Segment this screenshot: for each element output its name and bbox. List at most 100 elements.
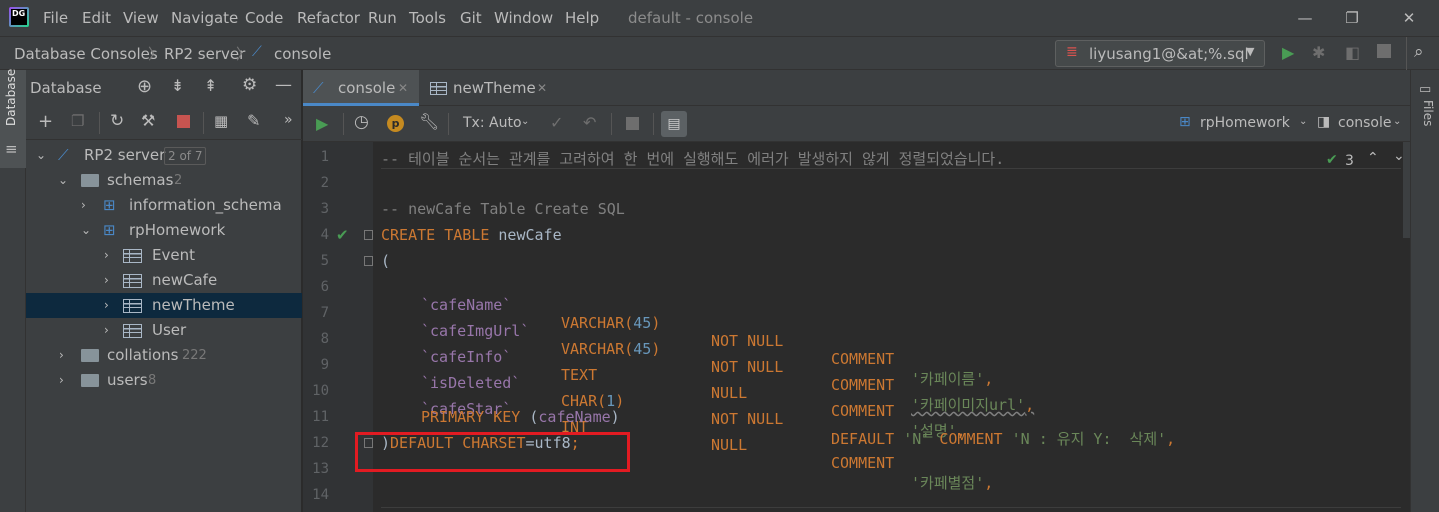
chevron-right-icon: › bbox=[104, 248, 109, 262]
code-line-5[interactable]: ( bbox=[381, 252, 390, 270]
table-editor-icon[interactable]: ▦ bbox=[214, 112, 228, 130]
chevron-right-icon: 〉 bbox=[236, 45, 252, 63]
tree-label: users bbox=[107, 371, 148, 389]
history-icon[interactable]: ◷ bbox=[354, 112, 369, 132]
menu-file[interactable]: File bbox=[43, 9, 68, 27]
console-icon: ⟋ bbox=[313, 79, 324, 97]
scrollbar[interactable] bbox=[1403, 142, 1410, 238]
folder-icon bbox=[81, 174, 99, 187]
cancel-icon bbox=[626, 117, 639, 130]
tree-label: Event bbox=[152, 246, 195, 264]
session-icon: ◨ bbox=[1317, 114, 1331, 130]
output-pane-icon[interactable]: ▤ bbox=[661, 111, 687, 137]
files-tool-label[interactable]: Files bbox=[1421, 100, 1435, 126]
menu-git[interactable]: Git bbox=[460, 9, 482, 27]
crosshair-icon[interactable]: ⊕ bbox=[137, 76, 152, 97]
datasource-icon: ≣ bbox=[1066, 44, 1078, 60]
stop-icon[interactable] bbox=[177, 115, 190, 128]
profile-icon[interactable]: p bbox=[387, 115, 404, 132]
gear-icon[interactable]: ⚙ bbox=[242, 75, 257, 95]
menu-tools[interactable]: Tools bbox=[409, 9, 446, 27]
code-line-11[interactable]: PRIMARY KEY (cafeName) bbox=[421, 408, 620, 426]
menu-view[interactable]: View bbox=[123, 9, 159, 27]
session-selector[interactable]: console bbox=[1338, 115, 1392, 131]
default-clause: DEFAULT 'N' COMMENT 'N : 유지 Y: 삭제', bbox=[831, 430, 1176, 448]
app-logo-icon: DG bbox=[9, 7, 29, 27]
search-icon[interactable]: ⌕ bbox=[1414, 42, 1424, 62]
code-line-3[interactable]: -- newCafe Table Create SQL bbox=[381, 200, 625, 218]
collapse-all-icon[interactable]: ⇟ bbox=[171, 76, 184, 95]
more-icon[interactable]: » bbox=[284, 112, 293, 128]
highlight-box bbox=[355, 432, 630, 472]
menu-edit[interactable]: Edit bbox=[82, 9, 111, 27]
tree-item-information-schema[interactable]: › ⊞ information_schema bbox=[26, 193, 302, 218]
tree-item-newcafe[interactable]: › newCafe bbox=[26, 268, 302, 293]
left-tool-strip: Database ≡ bbox=[0, 69, 26, 512]
code-line-4[interactable]: CREATE TABLE newCafe bbox=[381, 226, 562, 244]
divider bbox=[611, 113, 612, 135]
table-icon bbox=[430, 82, 447, 95]
properties-icon[interactable]: ⚒ bbox=[141, 111, 155, 130]
tree-label: newCafe bbox=[152, 271, 218, 289]
chevron-up-icon[interactable]: ⌃ bbox=[1367, 150, 1379, 166]
chevron-down-icon: ⌄ bbox=[58, 173, 69, 187]
table-icon bbox=[123, 324, 142, 338]
line-number: 3 bbox=[320, 201, 329, 217]
execute-icon[interactable]: ▶ bbox=[316, 114, 328, 133]
tree-item-rp2-server[interactable]: ⌄ ⟋ RP2 server 2 of 7 bbox=[26, 143, 302, 168]
menu-refactor[interactable]: Refactor bbox=[297, 9, 360, 27]
column-name: `isDeleted` bbox=[421, 374, 521, 392]
inspection-ok-icon[interactable]: ✔ bbox=[1326, 152, 1338, 168]
wrench-icon[interactable]: 🔧︎ bbox=[419, 112, 439, 131]
tree-item-rphomework[interactable]: ⌄ ⊞ rpHomework bbox=[26, 218, 302, 243]
add-icon[interactable]: + bbox=[38, 111, 53, 132]
tree-item-schemas[interactable]: ⌄ schemas 2 bbox=[26, 168, 302, 193]
breadcrumb-database-consoles[interactable]: Database Consoles bbox=[14, 45, 158, 63]
tree-item-event[interactable]: › Event bbox=[26, 243, 302, 268]
comment-keyword: COMMENT bbox=[831, 402, 895, 420]
close-window-icon[interactable]: ✕ bbox=[1389, 4, 1429, 32]
datasource-selector[interactable]: ≣ liyusang1@&at;%.sql ▼ bbox=[1055, 40, 1265, 67]
breadcrumb-rp2-server[interactable]: RP2 server bbox=[164, 45, 245, 63]
tab-console[interactable]: ⟋ console ✕ bbox=[303, 70, 419, 106]
line-number: 1 bbox=[320, 149, 329, 165]
constraint: NULL bbox=[711, 384, 748, 402]
chevron-right-icon: › bbox=[59, 348, 64, 362]
minimize-icon[interactable]: — bbox=[1285, 4, 1325, 32]
run-icon[interactable]: ▶ bbox=[1282, 43, 1294, 62]
refresh-icon[interactable]: ↻ bbox=[110, 111, 124, 131]
tree-item-user[interactable]: › User bbox=[26, 318, 302, 343]
tree-label: information_schema bbox=[129, 196, 282, 214]
tree-item-collations[interactable]: › collations 222 bbox=[26, 343, 302, 368]
menu-run[interactable]: Run bbox=[368, 9, 397, 27]
navigation-bar: Database Consoles 〉 RP2 server 〉 ⟋ conso… bbox=[0, 36, 1439, 71]
expand-all-icon[interactable]: ⇞ bbox=[204, 76, 217, 95]
tab-newtheme[interactable]: newTheme ✕ bbox=[421, 70, 551, 106]
statement-separator bbox=[381, 507, 1401, 508]
line-number: 7 bbox=[320, 305, 329, 321]
code-line-1[interactable]: -- 테이블 순서는 관계를 고려하여 한 번에 실행해도 에러가 발생하지 않… bbox=[381, 148, 1004, 169]
restore-icon[interactable]: ❐ bbox=[1332, 4, 1372, 32]
menu-help[interactable]: Help bbox=[565, 9, 599, 27]
table-icon bbox=[123, 274, 142, 288]
column-name: `cafeImgUrl` bbox=[421, 322, 530, 340]
edit-icon[interactable]: ✎ bbox=[247, 111, 260, 130]
count-badge: 2 of 7 bbox=[164, 147, 207, 165]
folder-icon bbox=[81, 349, 99, 362]
menu-navigate[interactable]: Navigate bbox=[171, 9, 238, 27]
close-tab-icon[interactable]: ✕ bbox=[398, 70, 408, 106]
fold-icon[interactable] bbox=[364, 256, 373, 266]
fold-icon[interactable] bbox=[364, 230, 373, 240]
hide-panel-icon[interactable]: — bbox=[275, 75, 292, 95]
schema-selector[interactable]: rpHomework bbox=[1200, 115, 1290, 131]
menu-window[interactable]: Window bbox=[494, 9, 553, 27]
tree-item-newtheme[interactable]: › newTheme bbox=[26, 293, 302, 318]
editor-tabs: ⟋ console ✕ newTheme ✕ bbox=[303, 70, 1410, 106]
close-tab-icon[interactable]: ✕ bbox=[537, 70, 547, 106]
chevron-down-icon: ⌄ bbox=[81, 223, 92, 237]
menu-code[interactable]: Code bbox=[245, 9, 283, 27]
tx-mode-dropdown[interactable]: Tx: Auto bbox=[463, 115, 522, 131]
database-tool-label: Database bbox=[4, 69, 18, 126]
tree-item-users[interactable]: › users 8 bbox=[26, 368, 302, 393]
breadcrumb-console[interactable]: console bbox=[274, 45, 331, 63]
